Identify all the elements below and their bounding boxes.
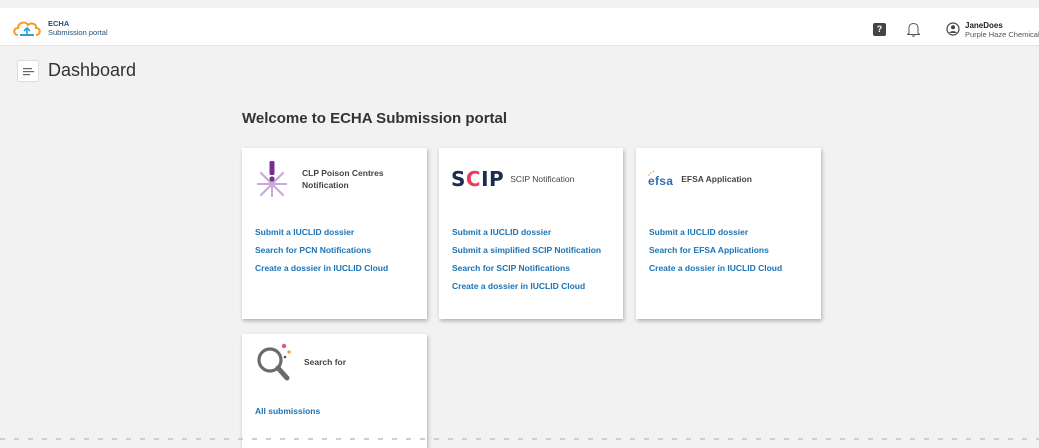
card-pcn-title-line2: Notification [302,180,349,190]
logo-title: ECHA [48,19,70,28]
pcn-star-icon [257,161,287,197]
card-pcn-links: Submit a IUCLID dossier Search for PCN N… [255,223,388,277]
link-submit-iuclid-dossier[interactable]: Submit a IUCLID dossier [452,223,601,241]
card-scip: SCIP SCIP Notification Submit a IUCLID d… [439,148,623,319]
card-search-header: Search for [254,334,346,390]
echa-cloud-icon [13,21,41,36]
sidebar-toggle-button[interactable] [17,60,39,82]
link-submit-simplified-scip[interactable]: Submit a simplified SCIP Notification [452,241,601,259]
magnifier-icon [257,343,291,381]
card-pcn-title: CLP Poison Centres Notification [302,167,384,191]
card-efsa: efsa EFSA Application Submit a IUCLID do… [636,148,821,319]
user-organisation: Purple Haze Chemical [965,30,1039,39]
card-search-title: Search for [304,357,347,367]
link-search-scip-notifications[interactable]: Search for SCIP Notifications [452,259,601,277]
link-submit-iuclid-dossier[interactable]: Submit a IUCLID dossier [649,223,782,241]
user-menu[interactable]: JaneDoes Purple Haze Chemical [965,21,1039,39]
card-efsa-header: efsa EFSA Application [648,148,752,210]
bell-icon[interactable] [907,22,920,37]
link-create-dossier-iuclid-cloud[interactable]: Create a dossier in IUCLID Cloud [255,259,388,277]
card-scip-header: SCIP SCIP Notification [451,148,574,210]
card-pcn-header: CLP Poison Centres Notification [254,148,384,210]
link-search-pcn-notifications[interactable]: Search for PCN Notifications [255,241,388,259]
link-create-dossier-iuclid-cloud[interactable]: Create a dossier in IUCLID Cloud [649,259,782,277]
card-pcn: CLP Poison Centres Notification Submit a… [242,148,427,319]
link-create-dossier-iuclid-cloud[interactable]: Create a dossier in IUCLID Cloud [452,277,601,295]
card-efsa-title: EFSA Application [681,174,752,184]
link-search-efsa-applications[interactable]: Search for EFSA Applications [649,241,782,259]
welcome-heading: Welcome to ECHA Submission portal [242,110,508,127]
card-search: Search for All submissions [242,334,427,448]
echa-logo[interactable]: ECHA Submission portal [12,16,108,40]
scip-logo: SCIP [451,167,504,191]
top-bar: ECHA Submission portal ? JaneDoes Purple… [0,8,1039,46]
user-avatar-icon[interactable] [946,22,960,36]
user-name: JaneDoes [965,21,1003,30]
card-pcn-title-line1: CLP Poison Centres [302,168,384,178]
card-efsa-links: Submit a IUCLID dossier Search for EFSA … [649,223,782,277]
logo-subtitle: Submission portal [48,28,108,37]
link-submit-iuclid-dossier[interactable]: Submit a IUCLID dossier [255,223,388,241]
scip-logo-c: C [465,167,482,191]
efsa-logo-text: efsa [648,173,674,188]
decorative-dashed-border [0,438,1039,440]
page-title: Dashboard [48,60,137,80]
efsa-logo: efsa [648,170,673,189]
menu-icon [23,68,34,76]
card-scip-title: SCIP Notification [510,174,575,184]
card-search-links: All submissions [255,402,320,420]
scip-logo-ip: IP [481,167,505,191]
link-all-submissions[interactable]: All submissions [255,402,320,420]
scip-logo-s: S [451,167,466,191]
help-icon[interactable]: ? [873,23,886,36]
card-scip-links: Submit a IUCLID dossier Submit a simplif… [452,223,601,295]
